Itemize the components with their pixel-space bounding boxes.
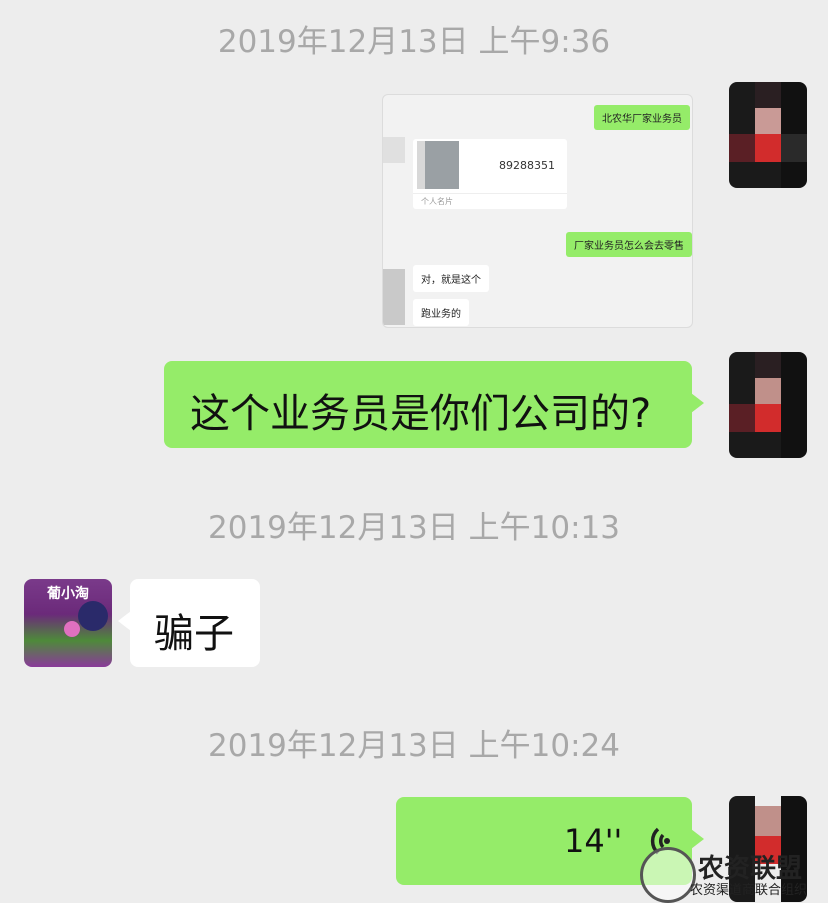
contact-card: 89288351 个人名片: [413, 139, 567, 209]
sent-message-bubble[interactable]: 这个业务员是你们公司的?: [164, 361, 704, 448]
timestamp: 2019年12月13日 上午10:24: [208, 728, 620, 764]
timestamp: 2019年12月13日 上午10:13: [208, 510, 620, 546]
my-avatar[interactable]: [729, 352, 807, 458]
message-text: 骗子: [154, 611, 234, 657]
contact-avatar[interactable]: 葡小淘: [24, 579, 112, 667]
message-text: 这个业务员是你们公司的?: [190, 391, 652, 437]
voice-duration: 14'': [564, 822, 623, 860]
mini-bubble-received: 对，就是这个: [413, 265, 489, 292]
mini-bubble-sent: 北农华厂家业务员: [594, 105, 690, 130]
watermark-logo: 农资联盟 农资渠道商联合组织: [640, 845, 820, 903]
mini-bubble-received: 跑业务的: [413, 299, 469, 326]
flower-icon: [64, 621, 80, 637]
watermark-subtitle: 农资渠道商联合组织: [690, 883, 808, 898]
card-phone: 89288351: [499, 159, 555, 172]
screenshot-image[interactable]: 北农华厂家业务员 89288351 个人名片 厂家业务员怎么会去零售 对，就是这…: [382, 94, 693, 328]
contact-avatar-mini: [383, 269, 405, 325]
received-message-bubble[interactable]: 骗子: [118, 579, 260, 667]
grapes-icon: [78, 601, 108, 631]
my-avatar[interactable]: [729, 82, 807, 188]
mini-bubble-sent: 厂家业务员怎么会去零售: [566, 232, 692, 257]
timestamp: 2019年12月13日 上午9:36: [217, 24, 611, 60]
contact-avatar-mini: [383, 137, 405, 163]
card-photo: [425, 141, 459, 189]
avatar-text: 葡小淘: [47, 586, 89, 602]
logo-emblem-icon: [640, 847, 696, 903]
card-label: 个人名片: [421, 197, 453, 206]
